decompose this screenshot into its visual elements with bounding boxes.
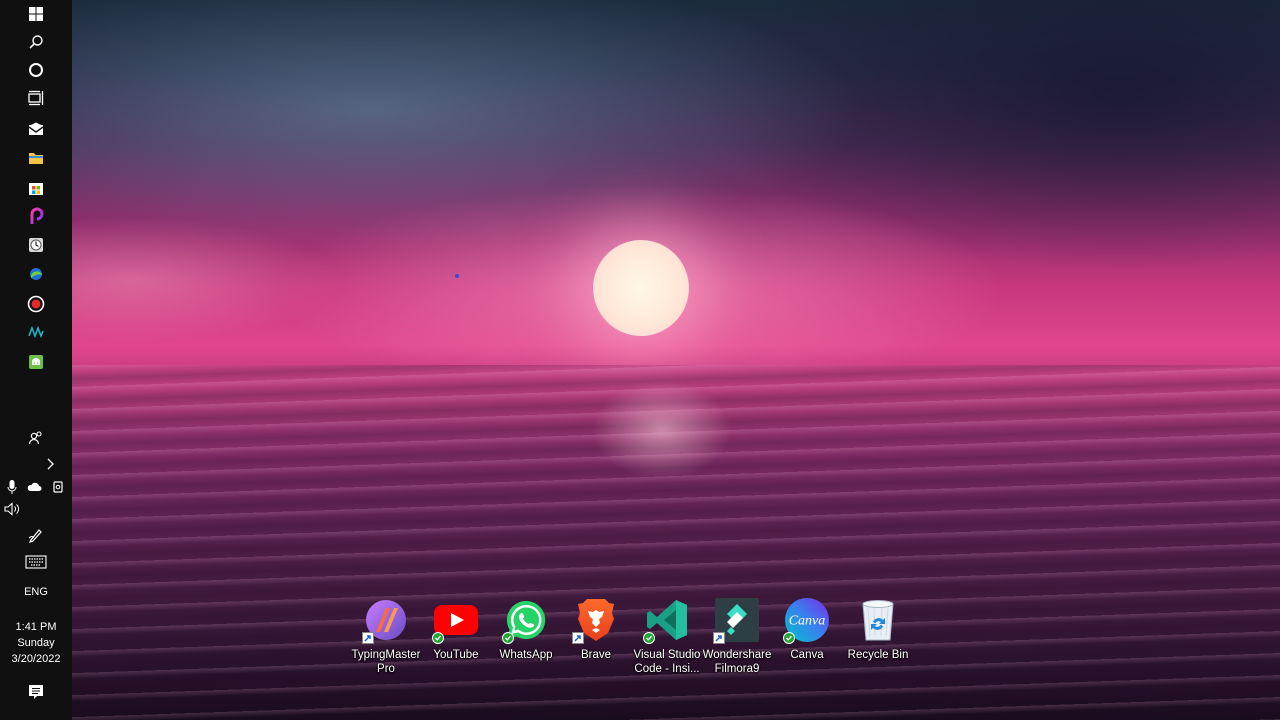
canva-icon: Canva (783, 596, 831, 644)
youtube-icon (432, 596, 480, 644)
taskbar-clock[interactable]: 1:41 PM Sunday 3/20/2022 (0, 619, 72, 667)
recycle-bin-icon (854, 596, 902, 644)
desktop-icon-brave[interactable]: Brave (560, 596, 632, 662)
desktop-icon-canva[interactable]: Canva Canva (771, 596, 843, 662)
picsart-button[interactable] (0, 202, 72, 230)
chevron-right-icon (47, 458, 54, 470)
whatsapp-icon (502, 596, 550, 644)
people-button[interactable] (0, 424, 72, 452)
desktop-icon-vscode-insiders[interactable]: Visual Studio Code - Insi... (631, 596, 703, 676)
wave-icon (28, 326, 44, 338)
clock-day: Sunday (17, 637, 55, 649)
clock-time: 1:41 PM (15, 621, 57, 633)
globe-icon (30, 268, 42, 280)
mail-button[interactable] (0, 115, 72, 143)
typingmaster-icon (362, 596, 410, 644)
keyboard-icon (25, 555, 47, 569)
desktop-icon-label: YouTube (433, 649, 479, 661)
sync-check-icon (432, 632, 444, 644)
shortcut-arrow-icon (713, 632, 725, 644)
desktop-icon-label: TypingMaster Pro (351, 649, 421, 675)
vscode-insiders-icon (643, 596, 691, 644)
desktop-icon-typingmaster[interactable]: TypingMaster Pro (350, 596, 422, 676)
desktop-icon-youtube[interactable]: YouTube (420, 596, 492, 662)
pen-icon (28, 529, 42, 543)
language-indicator[interactable]: ENG (0, 584, 72, 600)
wallpaper-glint (592, 380, 732, 480)
desktop-icon-label: Visual Studio Code - Insi... (633, 649, 701, 675)
windows-logo-icon (29, 7, 43, 21)
people-icon (28, 431, 42, 445)
search-icon (29, 35, 43, 49)
onedrive-cloud-icon[interactable] (26, 481, 42, 493)
folder-icon (29, 153, 43, 164)
task-view-button[interactable] (0, 84, 72, 112)
store-icon (29, 183, 43, 195)
desktop-icon-filmora[interactable]: Wondershare Filmora9 (701, 596, 773, 676)
clock-app-button[interactable] (0, 231, 72, 259)
pen-workspace-button[interactable] (0, 521, 72, 549)
picsart-icon (30, 207, 44, 224)
taskbar: ENG 1:41 PM Sunday 3/20/2022 (0, 0, 72, 720)
desktop-icon-label: Canva (790, 649, 824, 661)
file-explorer-button[interactable] (0, 144, 72, 172)
touch-keyboard-button[interactable] (0, 548, 72, 576)
desktop-icon-label: Recycle Bin (847, 649, 909, 661)
desktop-icon-recycle-bin[interactable]: Recycle Bin (842, 596, 914, 662)
mail-icon (28, 122, 44, 135)
brave-icon (572, 596, 620, 644)
volume-icon[interactable] (4, 502, 22, 516)
desktop-icon-label: Wondershare Filmora9 (702, 649, 772, 675)
globe-app-button[interactable] (0, 260, 72, 288)
clock-date: 3/20/2022 (11, 653, 61, 665)
desktop-icon-label: Brave (580, 649, 612, 661)
device-icon[interactable] (51, 480, 65, 494)
clock-icon (29, 238, 43, 252)
android-icon (29, 355, 43, 369)
sync-check-icon (783, 632, 795, 644)
store-button[interactable] (0, 174, 72, 202)
microphone-icon[interactable] (7, 479, 17, 495)
wallpaper-sun (593, 240, 689, 336)
notification-icon (29, 685, 43, 699)
mouse-pointer (455, 274, 459, 278)
circle-icon (29, 63, 43, 77)
canva-logo-text: Canva (789, 614, 826, 629)
cortana-button[interactable] (0, 56, 72, 84)
start-button[interactable] (0, 0, 72, 28)
record-icon (27, 295, 45, 313)
action-center-button[interactable] (0, 678, 72, 706)
filmora-icon (713, 596, 761, 644)
sync-check-icon (502, 632, 514, 644)
desktop-icon-label: WhatsApp (499, 649, 553, 661)
shortcut-arrow-icon (572, 632, 584, 644)
desktop-icon-whatsapp[interactable]: WhatsApp (490, 596, 562, 662)
search-button[interactable] (0, 28, 72, 56)
wave-app-button[interactable] (0, 318, 72, 346)
show-hidden-icons-button[interactable] (28, 450, 72, 478)
recorder-button[interactable] (0, 290, 72, 318)
android-app-button[interactable] (0, 348, 72, 376)
sync-check-icon (643, 632, 655, 644)
shortcut-arrow-icon (362, 632, 374, 644)
task-view-icon (28, 90, 44, 106)
